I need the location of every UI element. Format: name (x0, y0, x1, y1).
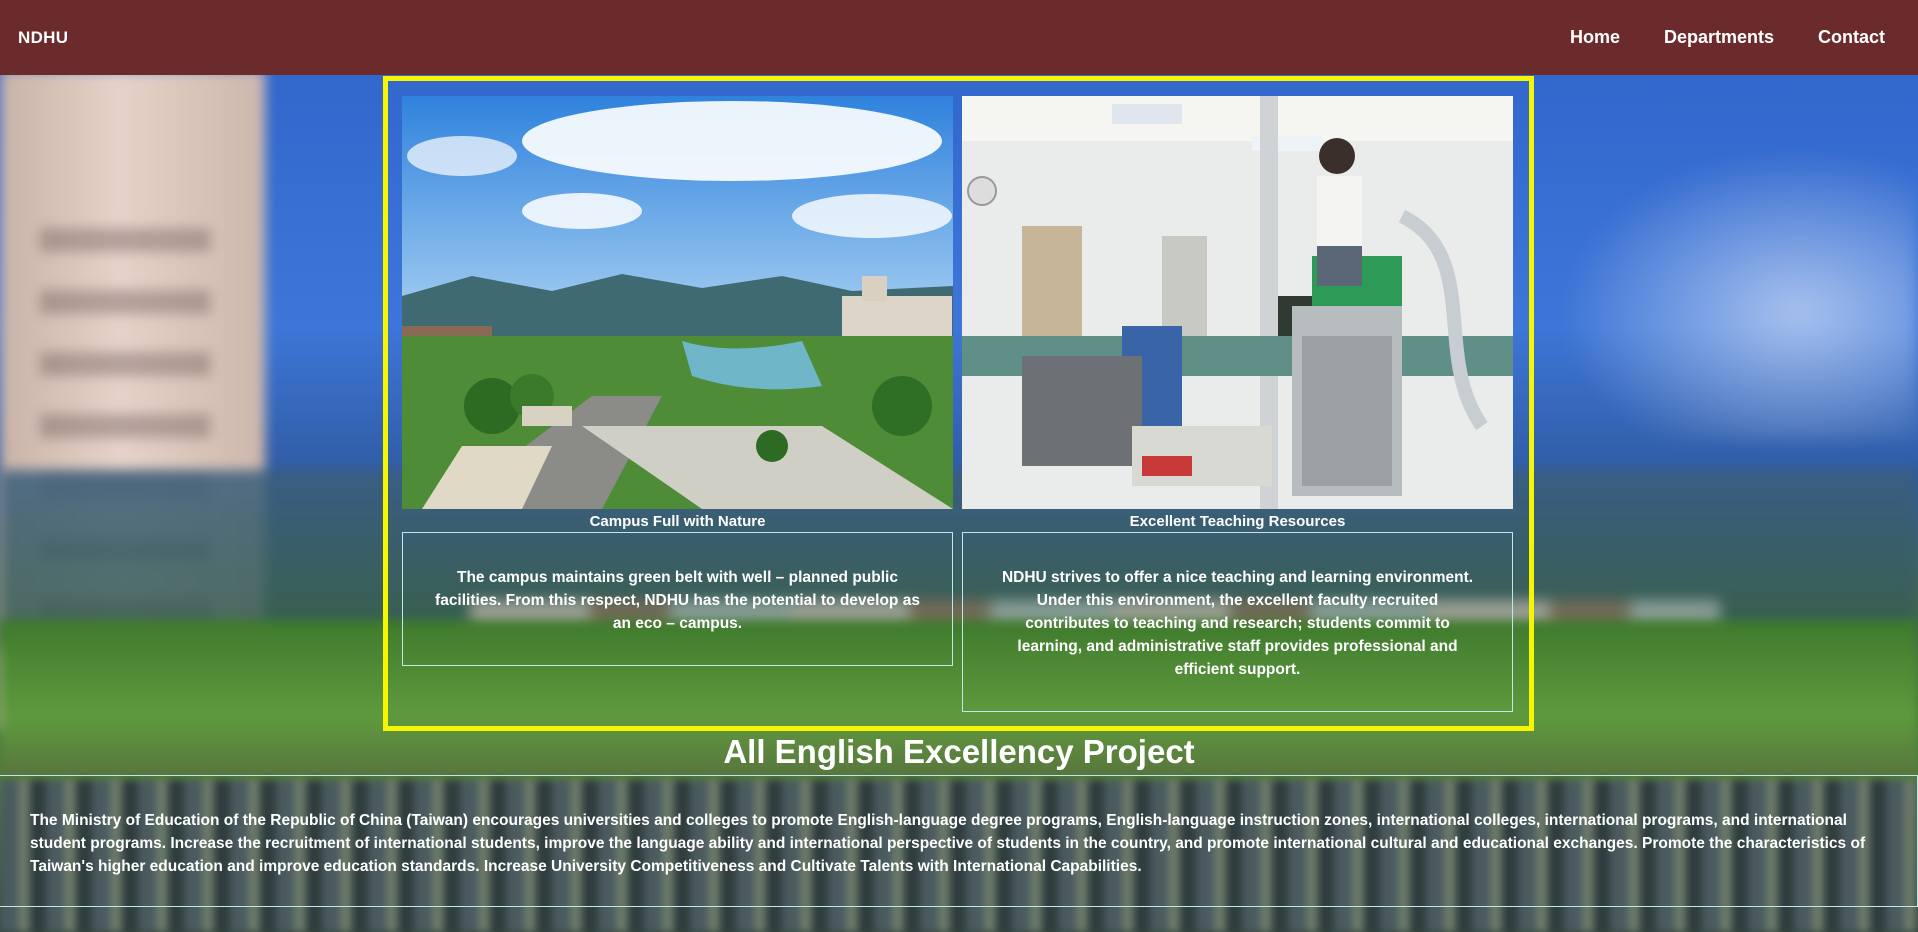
campus-nature-photo (402, 96, 953, 509)
nav-link-home[interactable]: Home (1548, 27, 1642, 48)
feature-title-nature: Campus Full with Nature (589, 513, 766, 530)
nav-links: Home Departments Contact (1548, 27, 1900, 48)
project-description-box: The Ministry of Education of the Republi… (0, 775, 1918, 907)
navbar: NDHU Home Departments Contact (0, 0, 1918, 75)
background-clouds (1518, 120, 1918, 440)
nav-link-departments[interactable]: Departments (1642, 27, 1796, 48)
campus-landscape-image (402, 96, 953, 509)
feature-description-teaching: NDHU strives to offer a nice teaching an… (962, 532, 1513, 712)
project-description: The Ministry of Education of the Republi… (30, 812, 1866, 875)
brand-logo[interactable]: NDHU (18, 28, 68, 48)
project-title: All English Excellency Project (723, 733, 1195, 770)
feature-title-teaching: Excellent Teaching Resources (1129, 513, 1346, 530)
lab-teaching-photo (962, 96, 1513, 509)
laboratory-image (962, 96, 1513, 509)
feature-description-nature: The campus maintains green belt with wel… (402, 532, 953, 666)
feature-panel: Campus Full with Nature The campus maint… (383, 76, 1534, 731)
nav-link-contact[interactable]: Contact (1796, 27, 1900, 48)
feature-card-teaching: Excellent Teaching Resources NDHU strive… (962, 96, 1513, 712)
feature-card-nature: Campus Full with Nature The campus maint… (402, 96, 953, 666)
